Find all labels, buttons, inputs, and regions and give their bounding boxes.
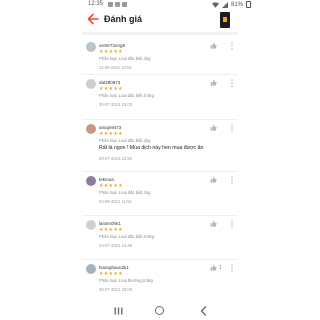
rating-stars: ★★★★★: [99, 227, 123, 233]
signal-icon: [222, 1, 228, 8]
review-date: 02-08-2021 11:52: [99, 199, 132, 204]
review-item: tekmoa ★★★★★ Phân loại: Loai đặc biệt,1k…: [82, 172, 238, 216]
system-back-icon[interactable]: [199, 306, 208, 316]
more-options-icon[interactable]: [230, 124, 234, 132]
product-thumbnail[interactable]: [220, 12, 230, 28]
avatar[interactable]: [86, 220, 96, 230]
thumbs-up-icon: [210, 79, 217, 86]
more-options-icon[interactable]: [230, 220, 234, 228]
thumbs-up-icon: [210, 264, 217, 271]
like-count: 1: [219, 264, 222, 271]
review-item: dat280973 ★★★★★ Phân loại: Loai đặc biệt…: [82, 75, 238, 120]
thumbs-up-icon: [210, 176, 217, 183]
review-variation: Phân loại: Loai đặc biệt,1kg: [99, 138, 151, 143]
thumbs-up-icon: [210, 220, 217, 227]
avatar[interactable]: [86, 176, 96, 186]
review-date: 30-07-2021 20:08: [99, 287, 133, 292]
status-right: 81%: [212, 1, 252, 8]
notification-icon: [108, 2, 113, 7]
review-item: lanxtn0hk1 ★★★★★ Phân loại: Loai đặc biệ…: [82, 216, 238, 260]
thumbs-up-icon: [210, 124, 217, 131]
review-username: dat280973: [99, 80, 121, 85]
home-icon[interactable]: [155, 306, 164, 315]
avatar[interactable]: [86, 79, 96, 89]
review-item: hoanghauu2k1 ★★★★★ Phân loại: Loai thườn…: [82, 260, 238, 298]
review-date: 11-08-2021 10:01: [99, 65, 132, 70]
review-variation: Phân loại: Loai đặc biệt,1kg: [99, 56, 151, 61]
avatar[interactable]: [86, 42, 96, 52]
header-divider: [82, 32, 238, 35]
review-username: amajn9473: [99, 125, 122, 130]
rating-stars: ★★★★★: [99, 183, 123, 189]
review-date: 24-07-2021 14:49: [99, 243, 133, 248]
review-text: Rất là ngon ! Mùa dịch này hen mua được …: [99, 145, 204, 151]
back-arrow-icon[interactable]: [86, 12, 100, 26]
more-options-icon[interactable]: [230, 42, 234, 50]
like-button[interactable]: [210, 124, 219, 131]
review-username: lanxtn0hk1: [99, 221, 121, 226]
review-date: 30-07-2021 15:03: [99, 102, 133, 107]
app-header: Đánh giá: [82, 11, 238, 29]
like-button[interactable]: 1: [210, 264, 222, 271]
more-options-icon[interactable]: [230, 176, 234, 184]
avatar[interactable]: [86, 124, 96, 134]
rating-stars: ★★★★★: [99, 271, 123, 277]
review-date: 29-07-2021 12:50: [99, 156, 133, 161]
notification-icons: [108, 2, 128, 8]
avatar[interactable]: [86, 264, 96, 274]
system-nav-bar: [0, 302, 320, 320]
review-item: vsmtr72eng8 ★★★★★ Phân loại: Loai đặc bi…: [82, 38, 238, 75]
review-variation: Phân loại: Loai đặc biệt,0.5kg: [99, 93, 154, 98]
review-username: hoanghauu2k1: [99, 265, 129, 270]
status-bar: 12:35 81%: [0, 0, 320, 10]
rating-stars: ★★★★★: [99, 131, 123, 137]
review-variation: Phân loại: Loai đặc biệt,0.5kg: [99, 234, 154, 239]
recent-apps-icon[interactable]: [114, 307, 123, 315]
notification-icon: [115, 2, 120, 7]
notification-icon: [122, 2, 127, 7]
rating-stars: ★★★★★: [99, 86, 123, 92]
like-button[interactable]: [210, 220, 219, 227]
thumbs-up-icon: [210, 42, 217, 49]
wifi-icon: [212, 1, 219, 8]
review-username: vsmtr72eng8: [99, 43, 126, 48]
like-button[interactable]: [210, 176, 219, 183]
battery-icon: [246, 1, 252, 8]
review-item: amajn9473 ★★★★★ Phân loại: Loai đặc biệt…: [82, 120, 238, 172]
review-variation: Phân loại: Loai đặc biệt,1kg: [99, 190, 151, 195]
status-time: 12:35: [88, 1, 104, 7]
more-options-icon[interactable]: [230, 79, 234, 87]
page-title: Đánh giá: [104, 14, 143, 24]
review-username: tekmoa: [99, 177, 114, 182]
battery-percent: 81%: [231, 1, 244, 8]
rating-stars: ★★★★★: [99, 49, 123, 55]
like-button[interactable]: [210, 79, 219, 86]
review-list: vsmtr72eng8 ★★★★★ Phân loại: Loai đặc bi…: [82, 38, 238, 298]
review-variation: Phân loại: Loai thường,0.5kg: [99, 278, 153, 283]
more-options-icon[interactable]: [230, 264, 234, 272]
like-button[interactable]: [210, 42, 219, 49]
